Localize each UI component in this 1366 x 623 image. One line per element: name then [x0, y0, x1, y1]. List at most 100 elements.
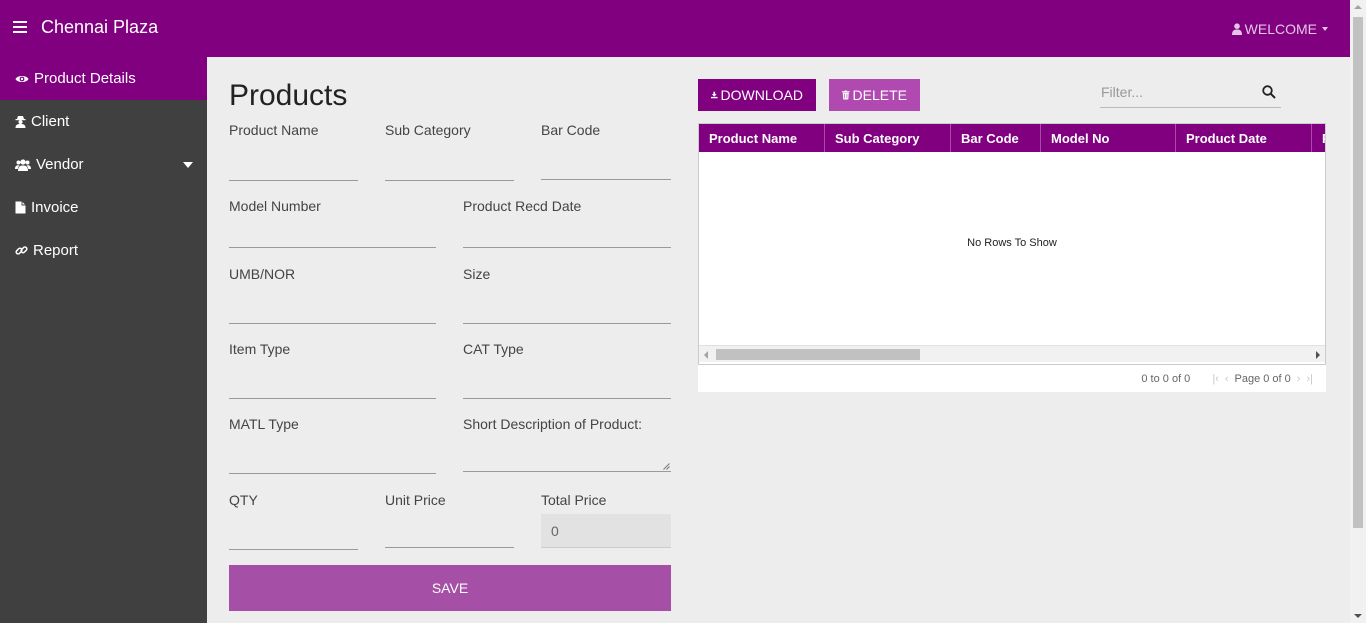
download-label: DOWNLOAD	[720, 87, 803, 103]
total-price-input[interactable]: 0	[541, 514, 671, 548]
page-indicator: Page 0 of 0	[1234, 372, 1291, 385]
row-summary: 0 to 0 of 0	[1141, 372, 1191, 385]
product-recd-date-field[interactable]: Product Recd Date	[463, 198, 671, 248]
no-rows-message: No Rows To Show	[967, 237, 1057, 249]
trash-icon	[842, 90, 850, 100]
bar-code-field[interactable]: Bar Code	[541, 122, 671, 181]
sidebar-item-vendor[interactable]: Vendor	[0, 143, 207, 186]
file-icon	[15, 201, 26, 214]
last-page-icon[interactable]: ›|	[1306, 373, 1313, 385]
column-header-model-no[interactable]: Model No	[1041, 124, 1176, 152]
sidebar-item-label: Report	[33, 242, 79, 259]
product-recd-date-underline	[463, 247, 671, 248]
sidebar-item-report[interactable]: Report	[0, 229, 207, 272]
scroll-right-icon[interactable]	[1316, 351, 1320, 359]
search-icon[interactable]	[1262, 85, 1276, 99]
sidebar-item-label: Vendor	[36, 156, 84, 173]
pagination-bar: 0 to 0 of 0 |‹ ‹ Page 0 of 0 › ›|	[698, 364, 1326, 392]
filter-placeholder: Filter...	[1101, 84, 1144, 100]
qty-field[interactable]: QTY	[229, 492, 358, 550]
products-grid: Product Name Sub Category Bar Code Model…	[698, 123, 1326, 391]
sidebar-item-label: Client	[31, 113, 70, 130]
qty-underline	[229, 549, 358, 550]
hamburger-menu-icon[interactable]	[13, 21, 27, 33]
filter-input[interactable]: Filter...	[1100, 84, 1281, 108]
previous-page-icon[interactable]: ‹	[1225, 373, 1229, 385]
download-icon	[711, 91, 718, 99]
item-type-field[interactable]: Item Type	[229, 341, 436, 399]
qty-label: QTY	[229, 492, 258, 508]
model-number-label: Model Number	[229, 198, 321, 214]
product-recd-date-label: Product Recd Date	[463, 198, 582, 214]
download-button[interactable]: DOWNLOAD	[698, 79, 816, 111]
column-header-product-name[interactable]: Product Name	[699, 124, 825, 152]
sidebar-item-invoice[interactable]: Invoice	[0, 186, 207, 229]
matl-type-label: MATL Type	[229, 416, 299, 432]
unit-price-label: Unit Price	[385, 492, 446, 508]
main-content: Products Product Name Sub Category Bar C…	[207, 57, 1350, 623]
welcome-label: WELCOME	[1244, 21, 1317, 37]
column-header-bar-code[interactable]: Bar Code	[951, 124, 1041, 152]
short-description-textarea[interactable]	[463, 434, 671, 472]
sidebar-item-label: Product Details	[34, 70, 136, 87]
matl-type-field[interactable]: MATL Type	[229, 416, 436, 474]
size-label: Size	[463, 266, 491, 282]
top-navbar: Chennai Plaza WELCOME	[0, 0, 1350, 57]
link-icon	[15, 246, 28, 255]
umb-nor-underline	[229, 323, 436, 324]
cat-type-underline	[463, 398, 671, 399]
caret-down-icon	[183, 162, 193, 168]
sidebar-item-client[interactable]: Client	[0, 100, 207, 143]
short-description-field: Short Description of Product:	[463, 416, 671, 434]
page-scrollbar-thumb[interactable]	[1353, 17, 1363, 528]
grid-header: Product Name Sub Category Bar Code Model…	[699, 124, 1325, 152]
size-field[interactable]: Size	[463, 266, 671, 324]
page-vertical-scrollbar[interactable]	[1350, 0, 1366, 623]
sidebar-item-product-details[interactable]: Product Details	[0, 57, 207, 100]
page-title: Products	[229, 79, 348, 112]
column-header-product-date[interactable]: Product Date	[1176, 124, 1312, 152]
cat-type-label: CAT Type	[463, 341, 524, 357]
user-secret-icon	[15, 116, 26, 128]
matl-type-underline	[229, 473, 436, 474]
next-page-icon[interactable]: ›	[1297, 373, 1301, 385]
welcome-user-menu[interactable]: WELCOME	[1231, 21, 1328, 37]
caret-down-icon	[1322, 27, 1328, 31]
sidebar: Product Details Client Vendor Invoice Re…	[0, 57, 207, 623]
item-type-label: Item Type	[229, 341, 291, 357]
cat-type-field[interactable]: CAT Type	[463, 341, 671, 399]
product-name-underline	[229, 180, 358, 181]
sub-category-field[interactable]: Sub Category	[385, 122, 514, 181]
item-type-underline	[229, 398, 436, 399]
size-underline	[463, 323, 671, 324]
short-description-label: Short Description of Product:	[463, 416, 642, 432]
sidebar-item-label: Invoice	[31, 199, 79, 216]
unit-price-field[interactable]: Unit Price	[385, 492, 514, 548]
model-number-field[interactable]: Model Number	[229, 198, 436, 248]
scrollbar-thumb[interactable]	[716, 349, 920, 360]
model-number-underline	[229, 247, 436, 248]
delete-label: DELETE	[852, 87, 907, 103]
unit-price-underline	[385, 547, 514, 548]
column-header-sub-category[interactable]: Sub Category	[825, 124, 951, 152]
eye-icon	[15, 75, 29, 82]
column-header-truncated[interactable]: P	[1312, 124, 1325, 152]
scroll-up-icon[interactable]	[1354, 5, 1362, 9]
bar-code-label: Bar Code	[541, 122, 601, 138]
first-page-icon[interactable]: |‹	[1212, 373, 1219, 385]
product-name-label: Product Name	[229, 122, 319, 138]
bar-code-underline	[541, 179, 671, 180]
product-name-field[interactable]: Product Name	[229, 122, 358, 181]
sub-category-label: Sub Category	[385, 122, 471, 138]
total-price-field: Total Price	[541, 492, 671, 510]
umb-nor-field[interactable]: UMB/NOR	[229, 266, 436, 324]
resize-handle-icon[interactable]	[663, 463, 670, 470]
save-button[interactable]: SAVE	[229, 565, 671, 611]
brand-title[interactable]: Chennai Plaza	[41, 17, 158, 38]
total-price-label: Total Price	[541, 492, 607, 508]
user-icon	[1231, 23, 1242, 35]
delete-button[interactable]: DELETE	[829, 79, 920, 111]
horizontal-scrollbar[interactable]	[699, 345, 1325, 362]
scroll-down-icon[interactable]	[1354, 614, 1362, 618]
scroll-left-icon[interactable]	[704, 351, 708, 359]
